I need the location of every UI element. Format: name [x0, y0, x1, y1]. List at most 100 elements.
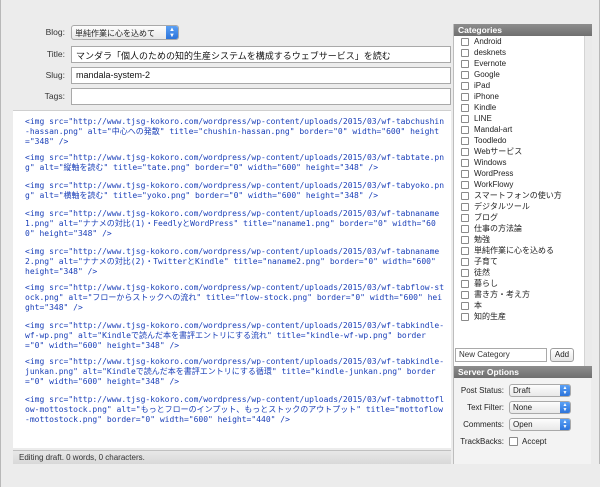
code-block: <img src="http://www.tjsg-kokoro.com/wor… — [25, 357, 445, 386]
categories-header: Categories — [454, 24, 592, 36]
select-arrows-icon: ▲ ▼ — [166, 26, 178, 39]
code-block: <img src="http://www.tjsg-kokoro.com/wor… — [25, 181, 445, 200]
post-meta-form: Blog: 単純作業に心を込めて ▲ ▼ Title: マンダラ「個人のための知的… — [13, 24, 451, 105]
category-label: LINE — [474, 114, 492, 123]
category-label: Android — [474, 37, 502, 46]
text-filter-select[interactable]: None ▲ ▼ — [509, 401, 571, 414]
trackbacks-row: TrackBacks: Accept — [454, 435, 592, 449]
tags-label: Tags: — [44, 91, 65, 101]
slug-label: Slug: — [45, 70, 65, 80]
category-label: Kindle — [474, 103, 497, 112]
category-checkbox[interactable] — [461, 246, 469, 255]
category-checkbox[interactable] — [461, 191, 469, 200]
category-item[interactable]: 徒然 — [454, 267, 584, 278]
category-label: 勉強 — [474, 235, 490, 244]
blog-label: Blog: — [45, 27, 65, 37]
category-item[interactable]: LINE — [454, 113, 584, 124]
slug-row: Slug: mandala-system-2 — [13, 67, 451, 84]
category-checkbox[interactable] — [461, 213, 469, 222]
category-item[interactable]: iPhone — [454, 91, 584, 102]
category-checkbox[interactable] — [461, 70, 469, 79]
category-item[interactable]: 仕事の方法論 — [454, 223, 584, 234]
category-checkbox[interactable] — [461, 136, 469, 145]
category-checkbox[interactable] — [461, 312, 469, 321]
comments-select[interactable]: Open ▲ ▼ — [509, 418, 571, 431]
category-checkbox[interactable] — [461, 279, 469, 288]
category-item[interactable]: 勉強 — [454, 234, 584, 245]
category-checkbox[interactable] — [461, 114, 469, 123]
category-scrollbar[interactable] — [584, 36, 592, 366]
category-label: 知的生産 — [474, 312, 506, 321]
code-block: <img src="http://www.tjsg-kokoro.com/wor… — [25, 321, 445, 350]
category-item[interactable]: 本 — [454, 300, 584, 311]
trackbacks-checkbox[interactable] — [509, 437, 518, 446]
comments-value: Open — [513, 420, 533, 429]
post-status-select[interactable]: Draft ▲ ▼ — [509, 384, 571, 397]
category-item[interactable]: Webサービス — [454, 146, 584, 157]
category-item[interactable]: スマートフォンの使い方 — [454, 190, 584, 201]
body-editor[interactable]: <img src="http://www.tjsg-kokoro.com/wor… — [13, 110, 451, 448]
post-status-value: Draft — [513, 386, 531, 395]
tags-row: Tags: — [13, 88, 451, 105]
category-checkbox[interactable] — [461, 301, 469, 310]
new-category-input[interactable]: New Category — [455, 348, 547, 362]
category-item[interactable]: デジタルツール — [454, 201, 584, 212]
category-item[interactable]: Kindle — [454, 102, 584, 113]
category-item[interactable]: 子育て — [454, 256, 584, 267]
category-checkbox[interactable] — [461, 81, 469, 90]
blog-select[interactable]: 単純作業に心を込めて ▲ ▼ — [71, 25, 179, 40]
category-item[interactable]: ブログ — [454, 212, 584, 223]
category-checkbox[interactable] — [461, 224, 469, 233]
tags-field[interactable] — [71, 88, 451, 105]
category-item[interactable]: Google — [454, 69, 584, 80]
category-checkbox[interactable] — [461, 257, 469, 266]
category-item[interactable]: 書き方・考え方 — [454, 289, 584, 300]
title-label: Title: — [46, 49, 65, 59]
category-item[interactable]: WorkFlowy — [454, 179, 584, 190]
category-checkbox[interactable] — [461, 147, 469, 156]
category-item[interactable]: Windows — [454, 157, 584, 168]
server-options-header: Server Options — [454, 366, 592, 378]
category-item[interactable]: Android — [454, 36, 584, 47]
category-label: 書き方・考え方 — [474, 290, 530, 299]
new-category-row: New Category Add — [454, 346, 592, 364]
category-label: 暮らし — [474, 279, 498, 288]
category-checkbox[interactable] — [461, 180, 469, 189]
category-label: desknets — [474, 48, 507, 57]
select-arrows-icon: ▲ ▼ — [560, 402, 570, 413]
category-item[interactable]: iPad — [454, 80, 584, 91]
category-item[interactable]: 単純作業に心を込める — [454, 245, 584, 256]
category-item[interactable]: Mandal-art — [454, 124, 584, 135]
title-field[interactable]: マンダラ「個人のための知的生産システムを構成するウェブサービス」を読む — [71, 46, 451, 63]
category-label: 単純作業に心を込める — [474, 246, 554, 255]
add-category-button[interactable]: Add — [550, 348, 574, 362]
category-checkbox[interactable] — [461, 235, 469, 244]
category-item[interactable]: desknets — [454, 47, 584, 58]
text-filter-value: None — [513, 403, 533, 412]
code-block: <img src="http://www.tjsg-kokoro.com/wor… — [25, 283, 445, 312]
category-label: WordPress — [474, 169, 514, 178]
category-checkbox[interactable] — [461, 92, 469, 101]
code-block: <img src="http://www.tjsg-kokoro.com/wor… — [25, 247, 441, 276]
slug-field[interactable]: mandala-system-2 — [71, 67, 451, 84]
category-item[interactable]: WordPress — [454, 168, 584, 179]
category-checkbox[interactable] — [461, 202, 469, 211]
category-checkbox[interactable] — [461, 169, 469, 178]
category-item[interactable]: Evernote — [454, 58, 584, 69]
category-item[interactable]: 暮らし — [454, 278, 584, 289]
category-checkbox[interactable] — [461, 268, 469, 277]
category-item[interactable]: 知的生産 — [454, 311, 584, 322]
category-checkbox[interactable] — [461, 37, 469, 46]
category-checkbox[interactable] — [461, 125, 469, 134]
category-checkbox[interactable] — [461, 59, 469, 68]
category-checkbox[interactable] — [461, 290, 469, 299]
category-checkbox[interactable] — [461, 48, 469, 57]
text-filter-row: Text Filter: None ▲ ▼ — [454, 401, 592, 415]
category-item[interactable]: Toodledo — [454, 135, 584, 146]
code-block: <img src="http://www.tjsg-kokoro.com/wor… — [25, 209, 440, 238]
category-checkbox[interactable] — [461, 158, 469, 167]
status-text: Editing draft. 0 words, 0 characters. — [19, 453, 145, 462]
post-status-row: Post Status: Draft ▲ ▼ — [454, 384, 592, 398]
category-checkbox[interactable] — [461, 103, 469, 112]
category-label: Windows — [474, 158, 507, 167]
